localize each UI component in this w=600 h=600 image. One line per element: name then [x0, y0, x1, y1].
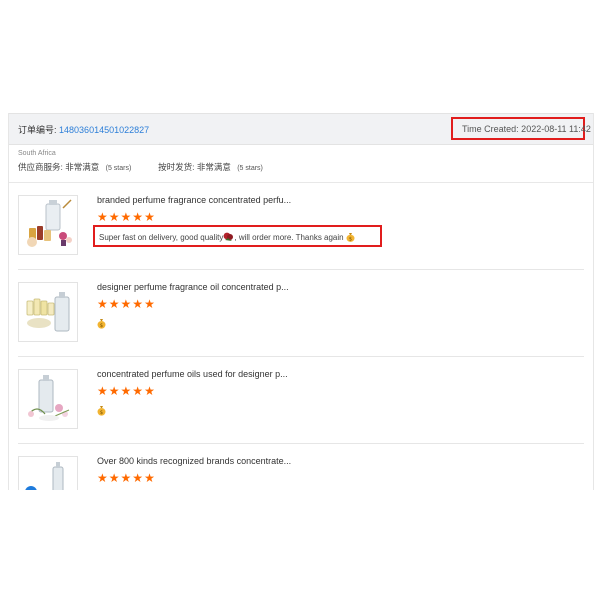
review-comment: Super fast on delivery, good quality , wi…: [99, 232, 355, 244]
product-title[interactable]: designer perfume fragrance oil concentra…: [97, 282, 289, 292]
star-icon: ★: [120, 297, 133, 311]
product-review-item: concentrated perfume oils used for desig…: [18, 357, 584, 444]
perfume-bottles-image: [19, 283, 77, 341]
shipping-label: 按时发货:: [158, 162, 195, 172]
buyer-info: South Africa 供应商服务: 非常满意 (5 stars) 按时发货:…: [18, 149, 578, 173]
product-review-item: designer perfume fragrance oil concentra…: [18, 270, 584, 357]
star-icon: ★: [120, 471, 133, 485]
star-icon: ★: [132, 210, 145, 224]
time-created-highlight: Time Created: 2022-08-11 11:42: [451, 117, 591, 140]
supplier-service-value: 非常满意: [65, 162, 100, 172]
money-bag-emoji-icon: $: [97, 403, 106, 421]
shipping-value: 非常满意: [196, 162, 231, 172]
star-icon: ★: [132, 384, 145, 398]
star-icon: ★: [144, 210, 156, 224]
star-icon: ★: [97, 471, 109, 485]
page: 订单编号: 148036014501022827 Time Created: 2…: [0, 0, 600, 600]
rating-stars: ★★★★★: [97, 211, 156, 223]
product-review-item: branded perfume fragrance concentrated p…: [18, 183, 584, 270]
star-icon: ★: [144, 471, 156, 485]
rose-emoji-icon: [223, 232, 234, 244]
order-review-panel: 订单编号: 148036014501022827 Time Created: 2…: [8, 113, 594, 490]
review-text-part2: , will order more. Thanks again: [234, 233, 344, 242]
time-created: Time Created: 2022-08-11 11:42: [462, 124, 591, 134]
product-thumbnail[interactable]: [18, 282, 78, 342]
shipping-stars: (5 stars): [237, 165, 263, 172]
rating-stars: ★★★★★: [97, 385, 156, 397]
money-bag-emoji-icon: $: [97, 316, 106, 334]
perfume-oil-image: [19, 370, 77, 428]
order-number-label: 订单编号:: [18, 125, 57, 135]
perfume-bottle-image: [19, 457, 77, 490]
buyer-country: South Africa: [18, 150, 56, 157]
star-icon: ★: [144, 384, 156, 398]
star-icon: ★: [108, 210, 121, 224]
perfume-set-image: [19, 196, 77, 254]
star-icon: ★: [108, 384, 121, 398]
review-comment: $: [97, 314, 106, 334]
svg-text:$: $: [100, 410, 103, 416]
money-bag-emoji-icon: $: [346, 232, 355, 244]
order-number: 订单编号: 148036014501022827: [18, 123, 149, 136]
star-icon: ★: [120, 210, 133, 224]
order-header: 订单编号: 148036014501022827 Time Created: 2…: [9, 113, 593, 145]
rating-stars: ★★★★★: [97, 298, 156, 310]
product-title[interactable]: branded perfume fragrance concentrated p…: [97, 195, 291, 205]
star-icon: ★: [108, 471, 121, 485]
product-thumbnail[interactable]: [18, 456, 78, 490]
svg-text:$: $: [349, 236, 352, 242]
product-thumbnail[interactable]: [18, 369, 78, 429]
product-title[interactable]: Over 800 kinds recognized brands concent…: [97, 456, 291, 466]
star-icon: ★: [97, 384, 109, 398]
order-number-link[interactable]: 148036014501022827: [59, 125, 149, 135]
product-thumbnail[interactable]: [18, 195, 78, 255]
star-icon: ★: [108, 297, 121, 311]
star-icon: ★: [144, 297, 156, 311]
review-comment: $: [97, 401, 106, 421]
svg-text:$: $: [100, 323, 103, 329]
supplier-service-label: 供应商服务:: [18, 162, 63, 172]
star-icon: ★: [97, 297, 109, 311]
review-text-part1: Super fast on delivery, good quality: [99, 233, 224, 242]
star-icon: ★: [132, 471, 145, 485]
product-title[interactable]: concentrated perfume oils used for desig…: [97, 369, 288, 379]
supplier-service-stars: (5 stars): [105, 165, 132, 172]
star-icon: ★: [97, 210, 109, 224]
star-icon: ★: [120, 384, 133, 398]
service-ratings: 供应商服务: 非常满意 (5 stars) 按时发货: 非常满意 (5 star…: [18, 161, 578, 173]
product-review-item: Over 800 kinds recognized brands concent…: [18, 444, 584, 490]
rating-stars: ★★★★★: [97, 472, 156, 484]
review-highlight: Super fast on delivery, good quality , wi…: [93, 225, 382, 247]
star-icon: ★: [132, 297, 145, 311]
